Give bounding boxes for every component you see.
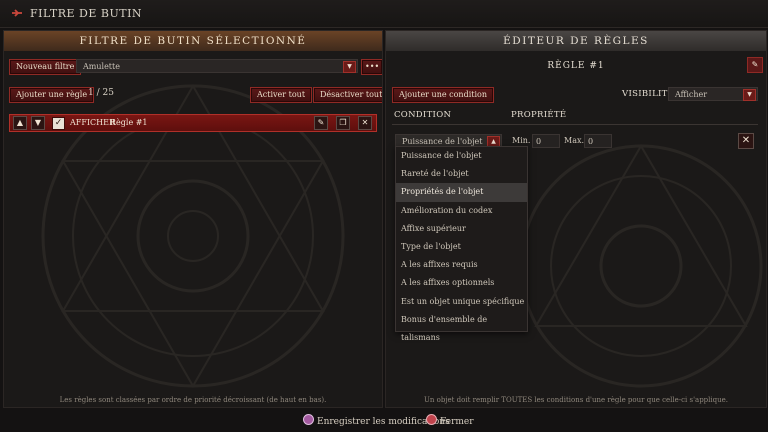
top-bar: FILTRE DE BUTIN	[0, 0, 768, 28]
disable-all-button[interactable]: Désactiver tout	[313, 87, 382, 103]
condition-select-value: Puissance de l'objet	[402, 137, 483, 146]
bottom-action-bar: Enregistrer les modifications Fermer	[0, 409, 768, 432]
condition-column-header: CONDITION	[394, 110, 452, 120]
min-input[interactable]: 0	[532, 134, 560, 148]
edit-rule-name-icon[interactable]: ✎	[747, 57, 763, 73]
menu-item[interactable]: Bonus d'ensemble de talismans	[396, 311, 527, 342]
add-rule-button[interactable]: Ajouter une règle	[9, 87, 95, 103]
rule-title: RÈGLE #1	[547, 61, 605, 71]
visibility-select[interactable]: Afficher ▼	[668, 87, 758, 101]
save-button-glyph-icon	[303, 414, 314, 425]
panel-header: FILTRE DE BUTIN SÉLECTIONNÉ	[4, 31, 382, 51]
close-button-glyph-icon	[426, 414, 437, 425]
menu-item[interactable]: Propriétés de l'objet	[396, 183, 527, 202]
rule-enabled-checkbox[interactable]: ✓	[52, 117, 65, 130]
menu-item[interactable]: Amélioration du codex	[396, 202, 527, 220]
close-action[interactable]: Fermer	[426, 414, 474, 427]
rule-action: AFFICHER	[70, 118, 115, 127]
rule-row[interactable]: ▲ ▼ ✓ AFFICHER Règle #1 ✎ ❐ ✕	[9, 114, 377, 132]
new-filter-button[interactable]: Nouveau filtre	[9, 59, 82, 75]
enable-all-button[interactable]: Activer tout	[250, 87, 313, 103]
duplicate-icon[interactable]: ❐	[336, 116, 350, 130]
close-label: Fermer	[440, 417, 474, 427]
property-column-header: PROPRIÉTÉ	[511, 110, 567, 120]
menu-item[interactable]: Affixe supérieur	[396, 220, 527, 238]
panel-header: ÉDITEUR DE RÈGLES	[386, 31, 766, 51]
remove-condition-icon[interactable]: ✕	[738, 133, 754, 149]
selected-filter-panel: FILTRE DE BUTIN SÉLECTIONNÉ Nouveau filt…	[3, 30, 383, 408]
max-input[interactable]: 0	[584, 134, 612, 148]
delete-icon[interactable]: ✕	[358, 116, 372, 130]
back-arrow-icon[interactable]	[10, 7, 24, 19]
rules-order-note: Les règles sont classées par ordre de pr…	[59, 396, 327, 404]
menu-item[interactable]: Puissance de l'objet	[396, 147, 527, 165]
sigil-background-icon	[519, 144, 763, 388]
menu-item[interactable]: Rareté de l'objet	[396, 165, 527, 183]
move-up-icon[interactable]: ▲	[13, 116, 27, 130]
menu-item[interactable]: Est un objet unique spécifique	[396, 293, 527, 311]
menu-item[interactable]: A les affixes requis	[396, 256, 527, 274]
rule-name: Règle #1	[110, 118, 148, 127]
chevron-down-icon: ▼	[743, 89, 756, 101]
min-label: Min.	[512, 136, 531, 145]
header-divider	[392, 124, 758, 125]
visibility-label: VISIBILITÉ	[622, 89, 675, 99]
screen-title: FILTRE DE BUTIN	[30, 7, 143, 20]
condition-dropdown-menu: Puissance de l'objet Rareté de l'objet P…	[395, 146, 528, 342]
rule-count: 1 / 25	[88, 88, 114, 98]
more-options-button[interactable]: •••	[361, 59, 382, 75]
add-condition-button[interactable]: Ajouter une condition	[392, 87, 494, 103]
edit-pencil-icon[interactable]: ✎	[314, 116, 328, 130]
menu-item[interactable]: Type de l'objet	[396, 238, 527, 256]
max-label: Max.	[564, 136, 585, 145]
visibility-select-value: Afficher	[675, 90, 708, 99]
move-down-icon[interactable]: ▼	[31, 116, 45, 130]
condition-rule-note: Un objet doit remplir TOUTES les conditi…	[424, 396, 728, 404]
filter-select-value: Amulette	[83, 62, 120, 71]
menu-item[interactable]: A les affixes optionnels	[396, 274, 527, 292]
chevron-down-icon: ▼	[343, 61, 356, 73]
filter-select[interactable]: Amulette ▼	[76, 59, 358, 73]
